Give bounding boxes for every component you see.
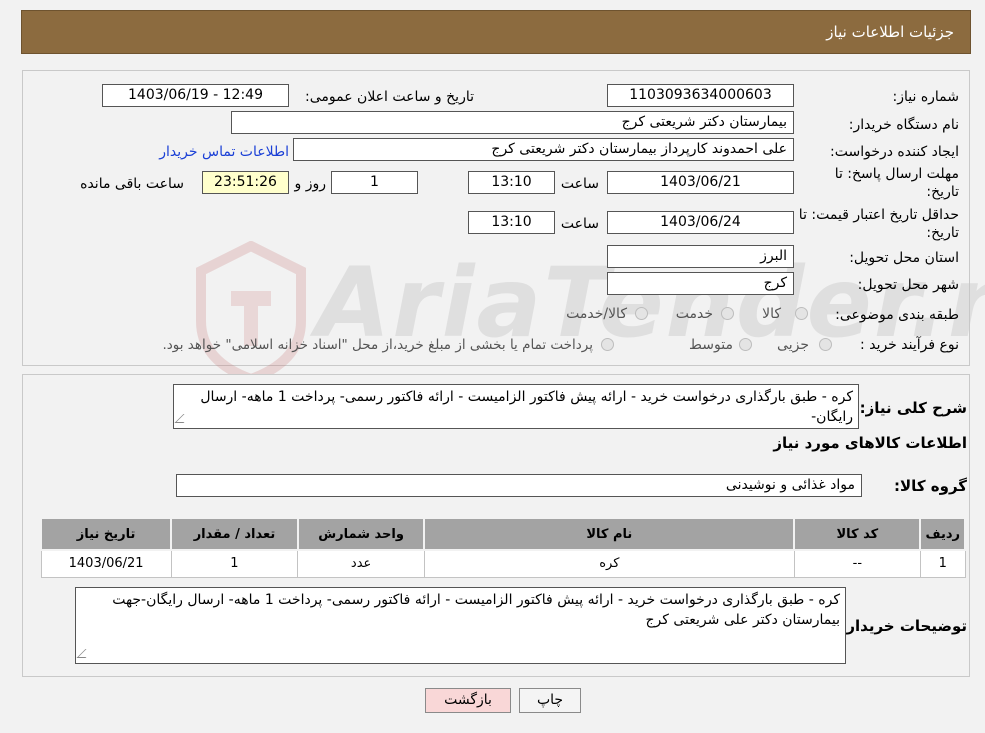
validity-time-field: 13:10 bbox=[468, 211, 555, 234]
province-label: استان محل تحویل: bbox=[849, 250, 959, 266]
creator-field: علی احمدوند کارپرداز بیمارستان دکتر شریع… bbox=[293, 138, 794, 161]
category-option-goods-service: کالا/خدمت bbox=[566, 306, 627, 322]
resize-grip-icon[interactable] bbox=[174, 414, 193, 423]
col-qty-header: تعداد / مقدار bbox=[170, 517, 299, 551]
buyer-org-label: نام دستگاه خریدار: bbox=[848, 117, 959, 133]
buyer-notes-textarea[interactable]: کره - طبق بارگذاری درخواست خرید - ارائه … bbox=[75, 587, 846, 664]
reply-time-field: 13:10 bbox=[468, 171, 555, 194]
need-number-label: شماره نیاز: bbox=[892, 89, 960, 105]
category-radio-service[interactable] bbox=[721, 307, 734, 320]
process-note: پرداخت تمام یا بخشی از مبلغ خرید،از محل … bbox=[162, 337, 593, 353]
validity-label: حداقل تاریخ اعتبار قیمت: تا bbox=[798, 207, 959, 223]
goods-group-field: مواد غذائی و نوشیدنی bbox=[176, 474, 862, 497]
watermark-logo-icon bbox=[196, 241, 306, 381]
buyer-org-field: بیمارستان دکتر شریعتی کرج bbox=[231, 111, 794, 134]
category-radio-goods-service[interactable] bbox=[635, 307, 648, 320]
col-code-header: کد کالا bbox=[793, 517, 922, 551]
validity-time-label: ساعت bbox=[560, 216, 599, 232]
validity-date-field: 1403/06/24 bbox=[607, 211, 794, 234]
announce-field: 1403/06/19 - 12:49 bbox=[102, 84, 289, 107]
col-unit-header: واحد شمارش bbox=[296, 517, 426, 551]
page-title: جزئیات اطلاعات نیاز bbox=[826, 23, 954, 41]
process-option-medium: متوسط bbox=[689, 337, 733, 353]
buyer-notes-text: کره - طبق بارگذاری درخواست خرید - ارائه … bbox=[112, 592, 840, 628]
validity-label-2: تاریخ: bbox=[926, 225, 959, 241]
remaining-time-field: 23:51:26 bbox=[202, 171, 289, 194]
creator-label: ایجاد کننده درخواست: bbox=[830, 144, 959, 160]
remaining-label: ساعت باقی مانده bbox=[80, 176, 184, 192]
category-radio-goods[interactable] bbox=[795, 307, 808, 320]
info-panel: AriaTender.neT شماره نیاز: 1103093634000… bbox=[22, 70, 985, 381]
cell-qty: 1 bbox=[170, 549, 299, 578]
summary-textarea[interactable]: کره - طبق بارگذاری درخواست خرید - ارائه … bbox=[173, 384, 859, 429]
category-option-goods: کالا bbox=[762, 306, 781, 322]
cell-name: کره bbox=[423, 549, 795, 578]
category-option-service: خدمت bbox=[675, 306, 713, 322]
city-label: شهر محل تحویل: bbox=[857, 277, 959, 293]
need-number-field: 1103093634000603 bbox=[607, 84, 794, 107]
process-label: نوع فرآیند خرید : bbox=[860, 337, 959, 353]
summary-label: شرح کلی نیاز: bbox=[859, 399, 967, 417]
city-field: کرج bbox=[607, 272, 794, 295]
cell-date: 1403/06/21 bbox=[40, 549, 172, 578]
cell-code: -- bbox=[793, 549, 921, 578]
reply-time-label: ساعت bbox=[560, 176, 599, 192]
cell-row: 1 bbox=[919, 549, 966, 578]
col-name-header: نام کالا bbox=[423, 517, 796, 551]
buyer-notes-label: توضیحات خریدار: bbox=[840, 617, 967, 635]
goods-group-label: گروه کالا: bbox=[894, 477, 967, 495]
back-button[interactable]: بازگشت bbox=[425, 688, 511, 713]
days-field: 1 bbox=[331, 171, 418, 194]
process-radio-medium[interactable] bbox=[739, 338, 752, 351]
province-field: البرز bbox=[607, 245, 794, 268]
reply-deadline-label: مهلت ارسال پاسخ: تا bbox=[834, 166, 959, 182]
col-row-header: ردیف bbox=[919, 517, 966, 551]
page-header: جزئیات اطلاعات نیاز bbox=[21, 10, 971, 54]
reply-deadline-label-2: تاریخ: bbox=[926, 184, 959, 200]
process-option-minor: جزیی bbox=[777, 337, 809, 353]
goods-info-title: اطلاعات کالاهای مورد نیاز bbox=[773, 434, 967, 452]
announce-label: تاریخ و ساعت اعلان عمومی: bbox=[305, 89, 474, 105]
category-label: طبقه بندی موضوعی: bbox=[835, 307, 959, 323]
process-radio-treasury[interactable] bbox=[601, 338, 614, 351]
reply-date-field: 1403/06/21 bbox=[607, 171, 794, 194]
days-label: روز و bbox=[294, 176, 327, 192]
process-radio-minor[interactable] bbox=[819, 338, 832, 351]
contact-buyer-link[interactable]: اطلاعات تماس خریدار bbox=[159, 144, 289, 160]
summary-text: کره - طبق بارگذاری درخواست خرید - ارائه … bbox=[200, 389, 853, 425]
cell-unit: عدد bbox=[297, 549, 425, 578]
goods-table: ردیف کد کالا نام کالا واحد شمارش تعداد /… bbox=[39, 517, 966, 578]
table-header-row: ردیف کد کالا نام کالا واحد شمارش تعداد /… bbox=[39, 517, 966, 551]
resize-grip-icon[interactable] bbox=[76, 649, 95, 658]
col-date-header: تاریخ نیاز bbox=[39, 517, 173, 551]
print-button[interactable]: چاپ bbox=[519, 688, 581, 713]
table-row: 1 -- کره عدد 1 1403/06/21 bbox=[40, 549, 966, 578]
